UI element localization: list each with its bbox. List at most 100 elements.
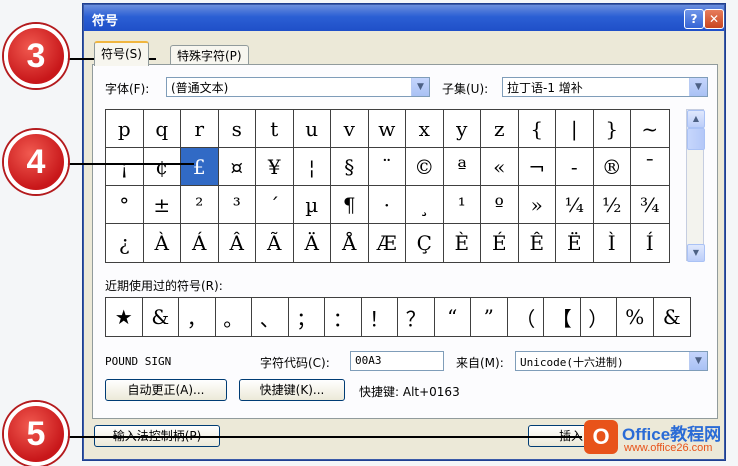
symbol-cell[interactable]: °: [106, 186, 144, 224]
tab-special-characters[interactable]: 特殊字符(P): [170, 45, 249, 66]
symbol-cell[interactable]: ¤: [218, 148, 256, 186]
symbol-cell[interactable]: Ã: [256, 224, 294, 262]
character-name: POUND SIGN: [105, 355, 172, 368]
symbol-cell[interactable]: Ê: [519, 224, 556, 262]
symbol-cell[interactable]: À: [144, 224, 181, 262]
subset-select[interactable]: 拉丁语-1 增补 ▼: [502, 77, 708, 97]
symbol-cell[interactable]: Ë: [556, 224, 594, 262]
recent-symbol-cell[interactable]: ”: [471, 298, 508, 336]
symbol-cell[interactable]: §: [331, 148, 369, 186]
symbol-cell[interactable]: r: [181, 110, 219, 148]
shortcut-key-button[interactable]: 快捷键(K)...: [239, 379, 345, 401]
recent-symbol-cell[interactable]: ，: [179, 298, 216, 336]
recent-symbol-cell[interactable]: &: [143, 298, 179, 336]
symbol-cell[interactable]: s: [218, 110, 256, 148]
symbol-cell[interactable]: |: [556, 110, 594, 148]
symbol-cell[interactable]: ®: [593, 148, 631, 186]
symbol-cell[interactable]: ¼: [556, 186, 594, 224]
symbol-cell[interactable]: ¬: [518, 148, 556, 186]
recent-symbol-cell[interactable]: 、: [252, 298, 289, 336]
symbol-cell[interactable]: ¸: [406, 186, 444, 224]
symbol-cell[interactable]: ¨: [368, 148, 406, 186]
symbol-cell[interactable]: y: [443, 110, 481, 148]
char-code-input[interactable]: 00A3: [350, 351, 444, 371]
tab-symbols[interactable]: 符号(S): [94, 41, 149, 66]
recent-symbol-cell[interactable]: 【: [544, 298, 581, 336]
recent-symbol-cell[interactable]: ：: [325, 298, 362, 336]
symbol-cell[interactable]: È: [444, 224, 481, 262]
symbol-cell[interactable]: µ: [293, 186, 331, 224]
chevron-down-icon[interactable]: ▼: [689, 352, 707, 370]
symbol-cell[interactable]: É: [481, 224, 519, 262]
symbol-cell[interactable]: »: [518, 186, 556, 224]
scroll-up-icon[interactable]: ▲: [687, 110, 705, 128]
symbol-cell[interactable]: ²: [181, 186, 219, 224]
recent-symbol-cell[interactable]: ）: [581, 298, 617, 336]
recent-symbol-cell[interactable]: ？: [398, 298, 435, 336]
symbol-cell[interactable]: ª: [443, 148, 481, 186]
font-select[interactable]: (普通文本) ▼: [166, 77, 430, 97]
recent-symbol-cell[interactable]: ★: [106, 298, 143, 336]
recent-symbol-cell[interactable]: “: [435, 298, 471, 336]
symbol-cell[interactable]: p: [106, 110, 144, 148]
symbol-cell[interactable]: ¹: [443, 186, 481, 224]
symbol-cell[interactable]: ¥: [256, 148, 294, 186]
symbol-cell[interactable]: ¦: [293, 148, 331, 186]
help-button[interactable]: ?: [684, 9, 704, 29]
symbol-cell[interactable]: v: [331, 110, 369, 148]
symbol-cell[interactable]: ¢: [143, 148, 181, 186]
symbol-cell[interactable]: Ì: [594, 224, 631, 262]
symbol-cell[interactable]: Æ: [369, 224, 406, 262]
symbol-cell[interactable]: ½: [593, 186, 631, 224]
symbol-cell[interactable]: u: [293, 110, 331, 148]
scroll-down-icon[interactable]: ▼: [687, 244, 705, 262]
symbol-cell[interactable]: ¿: [106, 224, 144, 262]
symbol-cell[interactable]: £: [181, 148, 219, 186]
callout-badge-5: 5: [4, 402, 68, 466]
from-select[interactable]: Unicode(十六进制) ▼: [515, 351, 708, 371]
symbol-cell[interactable]: ·: [368, 186, 406, 224]
symbol-cell[interactable]: Â: [219, 224, 256, 262]
recent-symbol-cell[interactable]: 。: [216, 298, 252, 336]
symbol-cell[interactable]: ´: [256, 186, 294, 224]
symbol-cell[interactable]: z: [481, 110, 519, 148]
symbol-cell[interactable]: }: [593, 110, 631, 148]
symbol-cell[interactable]: Á: [181, 224, 219, 262]
close-button[interactable]: ✕: [704, 9, 724, 29]
recent-symbol-cell[interactable]: %: [617, 298, 654, 336]
symbol-cell[interactable]: ~: [631, 110, 669, 148]
autocorrect-button[interactable]: 自动更正(A)...: [105, 379, 227, 401]
chevron-down-icon[interactable]: ▼: [411, 78, 429, 96]
symbol-cell[interactable]: «: [481, 148, 519, 186]
symbol-cell[interactable]: {: [518, 110, 556, 148]
symbol-cell[interactable]: ³: [218, 186, 256, 224]
symbol-cell[interactable]: ±: [143, 186, 181, 224]
recent-symbols-grid[interactable]: ★ &，。、；：！？ “” （【）% &: [105, 297, 691, 337]
title-bar[interactable]: 符号 ? ✕: [84, 5, 724, 31]
recent-symbol-cell[interactable]: &: [654, 298, 691, 336]
symbol-cell[interactable]: ©: [406, 148, 444, 186]
symbol-cell[interactable]: -: [556, 148, 594, 186]
recent-symbol-cell[interactable]: ；: [289, 298, 325, 336]
char-code-label: 字符代码(C):: [260, 356, 330, 370]
symbol-cell[interactable]: ¯: [631, 148, 669, 186]
symbol-cell[interactable]: ¶: [331, 186, 369, 224]
symbol-grid[interactable]: p q r s t u v w x y z{|} ~ ¡ ¢ £ ¤ ¥ ¦ § ¨ © ª «¬ - ® ¯ ° ± ² ³ ´ µ ¶ · ¸ ¹…: [105, 109, 670, 263]
recent-symbol-cell[interactable]: （: [508, 298, 544, 336]
recent-symbols-label: 近期使用过的符号(R):: [105, 279, 223, 293]
symbol-cell[interactable]: ¡: [106, 148, 144, 186]
chevron-down-icon[interactable]: ▼: [689, 78, 707, 96]
symbol-cell[interactable]: Í: [631, 224, 669, 262]
symbol-cell[interactable]: Å: [331, 224, 369, 262]
scroll-thumb[interactable]: [687, 128, 705, 150]
symbol-cell[interactable]: Ä: [294, 224, 331, 262]
symbol-cell[interactable]: w: [368, 110, 406, 148]
symbol-grid-scrollbar[interactable]: ▲ ▼: [686, 109, 705, 262]
symbol-cell[interactable]: Ç: [406, 224, 444, 262]
symbol-cell[interactable]: t: [256, 110, 294, 148]
symbol-cell[interactable]: x: [406, 110, 444, 148]
recent-symbol-cell[interactable]: ！: [362, 298, 398, 336]
symbol-cell[interactable]: ¾: [631, 186, 669, 224]
symbol-cell[interactable]: º: [481, 186, 519, 224]
symbol-cell[interactable]: q: [143, 110, 181, 148]
